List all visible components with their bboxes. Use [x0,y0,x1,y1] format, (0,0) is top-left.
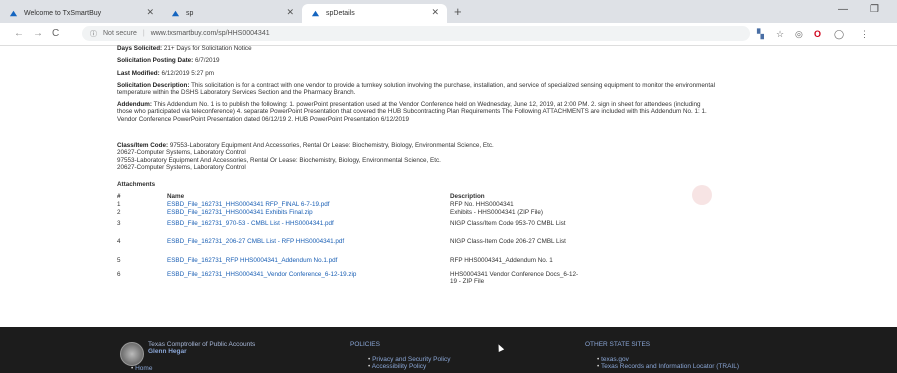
column-header-description: Description [450,193,485,200]
accessibility-policy-link[interactable]: Accessibility Policy [372,363,427,370]
close-tab-icon[interactable]: ✕ [286,7,294,18]
close-tab-icon[interactable]: ✕ [146,7,154,18]
address-bar-row: ← → C ⓘ Not secure | www.txsmartbuy.com/… [0,23,897,46]
forward-arrow-icon[interactable]: → [33,28,43,39]
last-modified-label: Last Modified: [117,70,160,77]
footer-home-link[interactable]: Home [135,365,152,372]
row-number: 3 [117,220,121,227]
class-item-line: 20627-Computer Systems, Laboratory Contr… [117,149,246,157]
attachment-description: HHS0004341 Vendor Conference Docs_6-12-1… [450,271,579,285]
info-icon[interactable]: ⓘ [90,29,97,39]
tab-strip: Welcome to TxSmartBuy ✕ sp ✕ spDetails ✕… [0,0,897,23]
footer-org-name[interactable]: Texas Comptroller of Public Accounts [148,341,255,348]
attachment-description: Exhibits - HHS0004341 (ZIP File) [450,209,543,216]
close-tab-icon[interactable]: ✕ [431,7,439,18]
addendum-label: Addendum: [117,101,152,108]
class-item-line: 97553-Laboratory Equipment And Accessori… [169,142,494,149]
class-item-block: Class/Item Code: 97553-Laboratory Equipm… [117,142,717,172]
row-number: 2 [117,209,121,216]
attachment-description: RFP No. HHS0004341 [450,201,514,208]
row-number: 1 [117,201,121,208]
txsmartbuy-favicon-icon [171,10,180,17]
trail-link[interactable]: Texas Records and Information Locator (T… [601,363,739,370]
extension-icon[interactable]: ◎ [795,29,803,40]
footer-other-sites-title: OTHER STATE SITES [585,341,651,348]
browser-tab-1[interactable]: Welcome to TxSmartBuy ✕ [0,4,162,23]
privacy-policy-link[interactable]: Privacy and Security Policy [372,356,450,363]
footer-home-item: • Home [131,365,153,372]
footer-policies: POLICIES • Privacy and Security Policy •… [350,341,451,370]
column-header-name: Name [167,193,185,200]
class-item-line: 20627-Computer Systems, Laboratory Contr… [117,164,246,172]
attachment-link[interactable]: ESBD_File_162731_RFP HHS0004341_Addendum… [167,257,337,264]
attachment-link[interactable]: ESBD_File_162731_HHS0004341 RFP_FINAL 6-… [167,201,330,208]
browser-tab-title: spDetails [326,10,355,17]
posting-date-label: Solicitation Posting Date: [117,57,194,64]
row-number: 4 [117,238,121,245]
attachment-description: RFP HHS0004341_Addendum No. 1 [450,257,553,264]
last-modified-value: 6/12/2019 5:27 pm [161,70,214,77]
attachment-link[interactable]: ESBD_File_162731_970-53 - CMBL List - HH… [167,220,334,227]
reload-icon[interactable]: C [52,28,59,39]
back-arrow-icon[interactable]: ← [14,28,24,39]
footer-person-name: Glenn Hegar [148,348,187,355]
days-solicited-label: Days Solicited: [117,45,163,52]
footer-policies-title: POLICIES [350,341,380,348]
site-footer: Texas Comptroller of Public Accounts Gle… [0,327,897,373]
new-tab-button[interactable]: + [454,4,462,19]
security-label: Not secure [103,30,137,37]
last-modified-row: Last Modified: 6/12/2019 5:27 pm [117,70,214,77]
minimize-window-button[interactable]: — [838,4,848,15]
attachments-heading: Attachments [117,181,156,188]
attachment-description: NIGP Class/Item Code 953-70 CMBL List [450,220,566,227]
texas-gov-link[interactable]: texas.gov [601,356,629,363]
description-paragraph: Solicitation Description: This solicitat… [117,82,717,97]
attachment-link[interactable]: ESBD_File_162731_206-27 CMBL List - RFP … [167,238,344,245]
comptroller-seal-icon [120,342,144,366]
profile-icon[interactable]: ◯ [834,29,844,40]
row-number: 5 [117,257,121,264]
background-decoration [692,185,712,205]
column-header-number: # [117,193,121,200]
browser-tab-2[interactable]: sp ✕ [162,4,302,23]
addendum-text: This Addendum No. 1 is to publish the fo… [117,101,707,123]
attachment-description: NIGP Class-Item Code 206-27 CMBL List [450,238,566,245]
maximize-window-button[interactable]: ❐ [870,4,879,15]
days-solicited-row: Days Solicited: 21+ Days for Solicitatio… [117,45,252,52]
posting-date-value: 6/7/2019 [195,57,220,64]
browser-tab-title: sp [186,10,194,17]
browser-tab-3[interactable]: spDetails ✕ [302,4,447,23]
footer-org-block: Texas Comptroller of Public Accounts Gle… [148,341,255,355]
posting-date-row: Solicitation Posting Date: 6/7/2019 [117,57,220,64]
description-label: Solicitation Description: [117,82,190,89]
attachment-link[interactable]: ESBD_File_162731_HHS0004341 Exhibits Fin… [167,209,313,216]
browser-tab-title: Welcome to TxSmartBuy [24,10,102,17]
attachment-link[interactable]: ESBD_File_162731_HHS0004341_Vendor Confe… [167,271,356,278]
url-field[interactable]: ⓘ Not secure | www.txsmartbuy.com/sp/HHS… [82,26,750,41]
row-number: 6 [117,271,121,278]
class-item-label: Class/Item Code: [117,142,169,149]
description-text: This solicitation is for a contract with… [117,82,716,97]
txsmartbuy-favicon-icon [311,10,320,17]
days-solicited-value: 21+ Days for Solicitation Notice [163,45,252,52]
opera-icon[interactable]: O [814,29,821,39]
txsmartbuy-favicon-icon [9,10,18,17]
url-text: www.txsmartbuy.com/sp/HHS0004341 [150,30,270,37]
bookmark-star-icon[interactable]: ☆ [776,29,784,40]
footer-other-sites: OTHER STATE SITES • texas.gov • Texas Re… [585,341,739,370]
class-item-line: 97553-Laboratory Equipment And Accessori… [117,156,441,164]
menu-icon[interactable]: ⋮ [860,29,869,40]
addendum-paragraph: Addendum: This Addendum No. 1 is to publ… [117,101,717,123]
translate-icon[interactable]: ▚ [757,29,764,40]
